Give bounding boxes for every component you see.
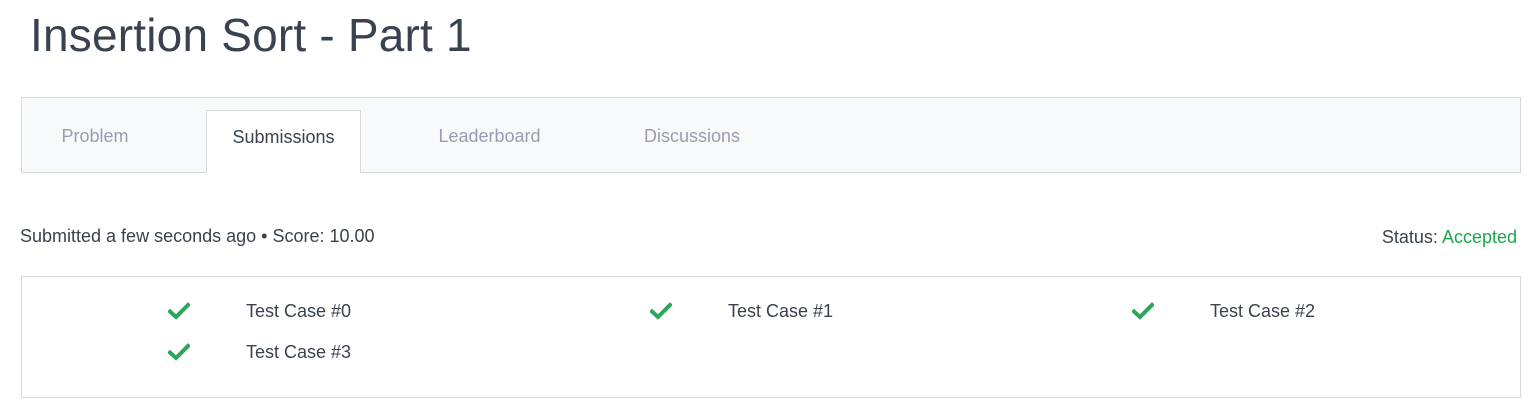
submission-info: Submitted a few seconds ago • Score: 10.…	[20, 226, 375, 246]
tab-submissions[interactable]: Submissions	[206, 110, 361, 173]
check-icon	[168, 302, 190, 320]
check-icon	[168, 343, 190, 361]
tab-leaderboard[interactable]: Leaderboard	[402, 98, 577, 172]
tab-problem[interactable]: Problem	[22, 98, 168, 172]
test-case-label: Test Case #2	[1210, 301, 1316, 321]
submission-status: Status: Accepted	[1382, 227, 1517, 248]
status-value: Accepted	[1441, 227, 1517, 247]
check-icon	[1132, 302, 1154, 320]
test-case-label: Test Case #3	[246, 342, 352, 362]
page-title: Insertion Sort - Part 1	[30, 9, 472, 61]
check-icon	[650, 302, 672, 320]
test-case-label: Test Case #1	[728, 301, 834, 321]
test-case-results: Test Case #0 Test Case #1 Test Case #2 T…	[21, 276, 1521, 398]
tab-bar: Problem Submissions Leaderboard Discussi…	[21, 97, 1521, 173]
test-case-label: Test Case #0	[246, 301, 352, 321]
submission-page: Insertion Sort - Part 1 Problem Submissi…	[0, 0, 1533, 403]
tab-discussions[interactable]: Discussions	[612, 98, 772, 172]
status-label: Status:	[1381, 227, 1438, 247]
